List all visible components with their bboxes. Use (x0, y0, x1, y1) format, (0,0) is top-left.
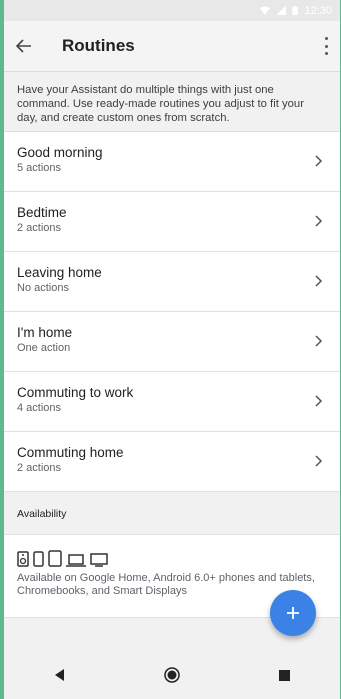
wifi-icon (260, 6, 271, 15)
chevron-right-icon (315, 395, 323, 407)
chevron-right-icon (315, 215, 323, 227)
routine-actions-count: 5 actions (17, 162, 62, 174)
routine-name: Good morning (17, 145, 103, 160)
routines-description: Have your Assistant do multiple things w… (4, 71, 340, 132)
arrow-back-icon (16, 39, 31, 53)
nav-home-button[interactable] (157, 660, 187, 690)
status-bar: 12:30 (4, 0, 340, 21)
back-button[interactable] (13, 35, 35, 57)
routine-name: I'm home (17, 325, 73, 340)
more-options-icon[interactable] (323, 37, 329, 55)
routine-actions-count: One action (17, 342, 71, 354)
nav-recents-button[interactable] (269, 660, 299, 690)
device-icons (17, 550, 327, 567)
routines-list: Good morning 5 actions Bedtime 2 actions… (4, 132, 340, 492)
availability-header: Availability (4, 492, 340, 535)
nav-home-icon (164, 667, 180, 683)
add-routine-button[interactable] (270, 590, 316, 636)
routine-actions-count: 4 actions (17, 402, 62, 414)
routine-leaving-home[interactable]: Leaving home No actions (4, 252, 340, 312)
routine-bedtime[interactable]: Bedtime 2 actions (4, 192, 340, 252)
routine-commuting-to-work[interactable]: Commuting to work 4 actions (4, 372, 340, 432)
routine-actions-count: No actions (17, 282, 69, 294)
routine-actions-count: 2 actions (17, 462, 62, 474)
laptop-icon (66, 554, 86, 567)
signal-icon (276, 6, 287, 15)
speaker-icon (17, 551, 29, 567)
nav-back-icon (55, 669, 64, 681)
routine-actions-count: 2 actions (17, 222, 62, 234)
routine-name: Commuting to work (17, 385, 134, 400)
routine-good-morning[interactable]: Good morning 5 actions (4, 132, 340, 192)
battery-icon (292, 6, 299, 15)
smart-display-icon (90, 553, 108, 567)
tablet-icon (48, 550, 62, 567)
routine-name: Commuting home (17, 445, 124, 460)
status-time: 12:30 (304, 4, 332, 17)
plus-icon (287, 607, 299, 619)
page-title: Routines (62, 36, 135, 55)
routines-screen: 12:30 Routines Have your Assistant do mu… (4, 0, 340, 699)
system-nav-bar (4, 651, 340, 699)
app-bar: Routines (4, 21, 340, 71)
chevron-right-icon (315, 335, 323, 347)
routine-name: Leaving home (17, 265, 102, 280)
nav-back-button[interactable] (45, 660, 75, 690)
phone-icon (33, 551, 44, 567)
chevron-right-icon (315, 455, 323, 467)
routine-commuting-home[interactable]: Commuting home 2 actions (4, 432, 340, 492)
chevron-right-icon (315, 155, 323, 167)
chevron-right-icon (315, 275, 323, 287)
routine-im-home[interactable]: I'm home One action (4, 312, 340, 372)
routine-name: Bedtime (17, 205, 67, 220)
nav-recents-icon (278, 669, 290, 681)
